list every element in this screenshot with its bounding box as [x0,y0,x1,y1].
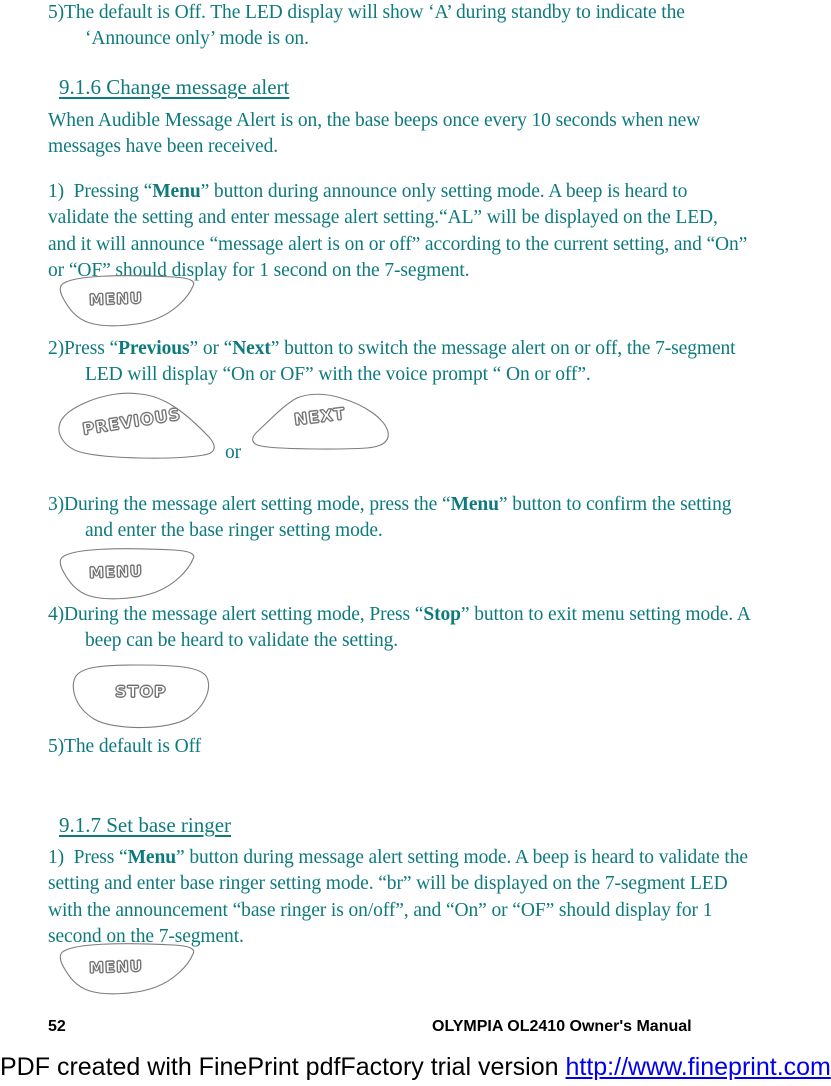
section-heading-9-1-7: 9.1.7 Set base ringer [59,813,232,837]
stop-key-graphic: STOP [60,662,220,734]
menu-key-label: MENU [88,562,144,583]
step-1-9-1-7-text-pre: Press “ [73,847,128,868]
step-1-9-1-7-marker: 1) [48,847,65,868]
menu-key-graphic-1: MENU [56,272,200,330]
previous-key-graphic: PREVIOUS [54,390,222,462]
step-1-9-1-7-bold-menu: Menu [127,847,176,868]
step-2-text-mid: ” or “ [189,338,233,359]
or-connector-text: or [225,442,242,463]
step-3-bold-menu: Menu [450,494,499,515]
step-5-9-1-6: 5)The default is Off [48,734,548,760]
step-4-9-1-6: 4)During the message alert setting mode,… [48,602,760,655]
step-1-text-pre: Pressing “ [73,181,153,202]
step-4-bold-stop: Stop [423,604,461,625]
step-2-9-1-6: 2)Press “Previous” or “Next” button to s… [48,336,760,389]
step-4-text-pre: During the message alert setting mode, P… [64,604,424,625]
step-3-marker: 3) [48,494,65,515]
step-3-text-pre: During the message alert setting mode, p… [64,494,451,515]
step-2-text-pre: Press “ [64,338,119,359]
section-9-1-6-intro: When Audible Message Alert is on, the ba… [48,110,701,158]
menu-key-label: MENU [88,957,144,978]
step-4-marker: 4) [48,604,65,625]
carryover-list-item-5: 5)The default is Off. The LED display wi… [48,0,748,53]
step-5-text: The default is Off [64,736,202,757]
list-marker: 5) [48,2,65,23]
fineprint-url-link[interactable]: http://www.fineprint.com [565,1053,830,1081]
watermark-text: PDF created with FinePrint pdfFactory tr… [0,1053,566,1081]
menu-key-graphic-2: MENU [56,545,200,603]
list-item-text: The default is Off. The LED display will… [64,2,685,50]
step-1-bold-menu: Menu [152,181,201,202]
step-5-marker: 5) [48,736,65,757]
menu-key-label: MENU [88,289,144,310]
footer-page-number: 52 [48,1018,66,1035]
step-1-9-1-6: 1) Pressing “Menu” button during announc… [48,179,748,285]
stop-key-label: STOP [115,682,167,702]
step-3-9-1-6: 3)During the message alert setting mode,… [48,492,760,545]
step-2-marker: 2) [48,338,65,359]
section-heading-9-1-6: 9.1.6 Change message alert [59,75,290,99]
step-1-marker: 1) [48,181,65,202]
pdf-watermark: PDF created with FinePrint pdfFactory tr… [0,1053,831,1082]
step-2-bold-previous: Previous [118,338,190,359]
next-key-graphic: NEXT [249,390,393,452]
menu-key-graphic-3: MENU [56,940,200,998]
step-2-bold-next: Next [232,338,271,359]
step-1-9-1-7: 1) Press “Menu” button during message al… [48,845,748,951]
manual-page: 5)The default is Off. The LED display wi… [0,0,831,1086]
footer-manual-title: OLYMPIA OL2410 Owner's Manual [432,1018,692,1035]
